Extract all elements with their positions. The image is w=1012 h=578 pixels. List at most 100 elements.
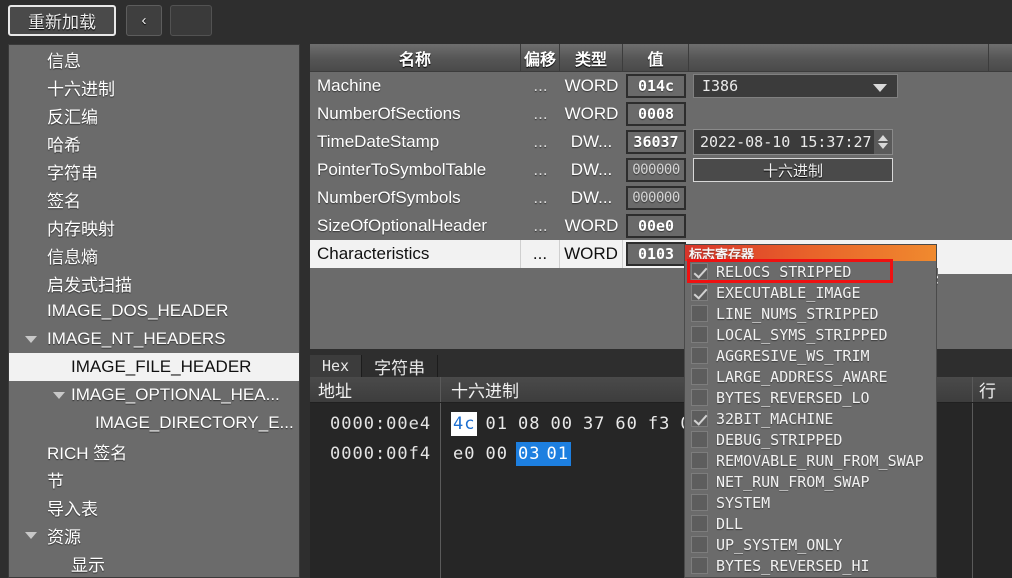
sidebar-item[interactable]: 节 bbox=[9, 465, 299, 493]
flag-checkbox[interactable] bbox=[691, 452, 708, 469]
flag-row[interactable]: DEBUG_STRIPPED bbox=[685, 429, 936, 450]
sidebar-item[interactable]: IMAGE_NT_HEADERS bbox=[9, 325, 299, 353]
flag-checkbox[interactable] bbox=[691, 389, 708, 406]
sidebar-item[interactable]: RICH 签名 bbox=[9, 437, 299, 465]
flags-popup[interactable]: 标志寄存器 RELOCS_STRIPPED EXECUTABLE_IMAGE LIN… bbox=[684, 244, 937, 578]
chevron-down-icon[interactable] bbox=[25, 336, 37, 343]
column-header-value[interactable]: 值 bbox=[623, 44, 689, 71]
sidebar-item[interactable]: 内存映射 bbox=[9, 213, 299, 241]
hex-byte[interactable]: 01 bbox=[546, 442, 571, 466]
table-row[interactable]: NumberOfSections... WORD 0008 bbox=[310, 100, 1012, 128]
flag-row[interactable]: UP_SYSTEM_ONLY bbox=[685, 534, 936, 555]
chevron-down-icon[interactable] bbox=[53, 392, 65, 399]
column-header-type[interactable]: 类型 bbox=[560, 44, 623, 71]
flags-list[interactable]: RELOCS_STRIPPED EXECUTABLE_IMAGE LINE_NUMS… bbox=[685, 261, 936, 576]
hex-byte[interactable]: 4c bbox=[451, 412, 478, 436]
machine-select[interactable]: I386 bbox=[693, 74, 898, 98]
flag-checkbox[interactable] bbox=[691, 263, 708, 280]
timestamp-input[interactable]: 2022-08-10 15:37:27 bbox=[693, 129, 893, 155]
flag-row[interactable]: NET_RUN_FROM_SWAP bbox=[685, 471, 936, 492]
hex-byte[interactable]: 00 bbox=[548, 412, 574, 436]
table-row[interactable]: NumberOfSymbols... DW... 000000 bbox=[310, 184, 1012, 212]
value-input[interactable]: 00e0 bbox=[626, 214, 686, 238]
column-header-extra[interactable] bbox=[989, 44, 1012, 71]
hex-byte[interactable]: 03 bbox=[515, 442, 547, 466]
hex-byte[interactable]: 37 bbox=[581, 412, 607, 436]
table-row[interactable]: SizeOfOptionalHeader... WORD 00e0 bbox=[310, 212, 1012, 240]
back-button[interactable]: ‹ bbox=[126, 5, 162, 36]
sidebar-item[interactable]: 反汇编 bbox=[9, 101, 299, 129]
flag-row[interactable]: RELOCS_STRIPPED bbox=[685, 261, 936, 282]
column-header-offset[interactable]: 偏移 bbox=[521, 44, 560, 71]
cell-offset: ... bbox=[533, 188, 548, 207]
flag-label: EXECUTABLE_IMAGE bbox=[716, 283, 861, 302]
cell-offset: ... bbox=[533, 132, 548, 151]
value-input[interactable]: 014c bbox=[626, 74, 686, 98]
flag-checkbox[interactable] bbox=[691, 326, 708, 343]
flag-checkbox[interactable] bbox=[691, 557, 708, 574]
sidebar-item[interactable]: 哈希 bbox=[9, 129, 299, 157]
flag-row[interactable]: BYTES_REVERSED_LO bbox=[685, 387, 936, 408]
hex-byte[interactable]: 00 bbox=[483, 442, 509, 466]
table-row[interactable]: PointerToSymbolTable... DW... 000000 十六进制 bbox=[310, 156, 1012, 184]
flag-checkbox[interactable] bbox=[691, 473, 708, 490]
sidebar-item[interactable]: 字符串 bbox=[9, 157, 299, 185]
flag-checkbox[interactable] bbox=[691, 494, 708, 511]
flag-row[interactable]: REMOVABLE_RUN_FROM_SWAP bbox=[685, 450, 936, 471]
sidebar-item[interactable]: IMAGE_OPTIONAL_HEA... bbox=[9, 381, 299, 409]
sidebar-item[interactable]: 信息 bbox=[9, 45, 299, 73]
value-input[interactable]: 36037 bbox=[626, 130, 686, 154]
chevron-down-icon[interactable] bbox=[25, 532, 37, 539]
flag-checkbox[interactable] bbox=[691, 536, 708, 553]
table-row[interactable]: TimeDateStamp... DW... 36037 2022-08-10 15:… bbox=[310, 128, 1012, 156]
forward-button[interactable] bbox=[170, 5, 212, 36]
flag-row[interactable]: LARGE_ADDRESS_AWARE bbox=[685, 366, 936, 387]
hex-byte[interactable]: 08 bbox=[516, 412, 542, 436]
hex-tab[interactable]: Hex bbox=[310, 355, 363, 377]
sidebar-item[interactable]: 签名 bbox=[9, 185, 299, 213]
value-input[interactable]: 000000 bbox=[626, 186, 686, 210]
value-input[interactable]: 000000 bbox=[626, 158, 686, 182]
sidebar-item[interactable]: IMAGE_DIRECTORY_E... bbox=[9, 409, 299, 437]
chevron-down-icon[interactable] bbox=[873, 84, 887, 92]
hex-byte[interactable]: e0 bbox=[451, 442, 477, 466]
sidebar-tree[interactable]: 信息 十六进制 反汇编 哈希 字符串 签名 内存映射 信息熵 启发式扫描 IMAGE_DOS_HE… bbox=[8, 44, 300, 578]
flag-row[interactable]: AGGRESIVE_WS_TRIM bbox=[685, 345, 936, 366]
value-input[interactable]: 0103 bbox=[626, 242, 686, 266]
sidebar-item[interactable]: IMAGE_DOS_HEADER bbox=[9, 297, 299, 325]
column-header-widget[interactable] bbox=[689, 44, 989, 71]
flag-checkbox[interactable] bbox=[691, 431, 708, 448]
flag-row[interactable]: EXECUTABLE_IMAGE bbox=[685, 282, 936, 303]
flag-checkbox[interactable] bbox=[691, 305, 708, 322]
flag-label: AGGRESIVE_WS_TRIM bbox=[716, 346, 870, 365]
sidebar-item[interactable]: 显示 bbox=[9, 549, 299, 577]
sidebar-item[interactable]: 导入表 bbox=[9, 493, 299, 521]
sidebar-item[interactable]: 资源 bbox=[9, 521, 299, 549]
flag-checkbox[interactable] bbox=[691, 284, 708, 301]
flag-row[interactable]: LINE_NUMS_STRIPPED bbox=[685, 303, 936, 324]
column-header-name[interactable]: 名称 bbox=[310, 44, 521, 71]
sidebar-item[interactable]: 信息熵 bbox=[9, 241, 299, 269]
sidebar-item[interactable]: 十六进制 bbox=[9, 73, 299, 101]
flag-checkbox[interactable] bbox=[691, 347, 708, 364]
flag-checkbox[interactable] bbox=[691, 368, 708, 385]
flag-row[interactable]: LOCAL_SYMS_STRIPPED bbox=[685, 324, 936, 345]
hex-toggle-button[interactable]: 十六进制 bbox=[693, 158, 893, 182]
hex-tab[interactable]: 字符串 bbox=[362, 355, 439, 378]
table-row[interactable]: Machine... WORD 014c I386 bbox=[310, 72, 1012, 100]
sidebar-item-label: IMAGE_NT_HEADERS bbox=[47, 329, 226, 348]
spinner-arrows-icon[interactable] bbox=[874, 130, 892, 154]
flag-row[interactable]: DLL bbox=[685, 513, 936, 534]
sidebar-item[interactable]: IMAGE_FILE_HEADER bbox=[9, 353, 299, 381]
flag-row[interactable]: BYTES_REVERSED_HI bbox=[685, 555, 936, 576]
flag-checkbox[interactable] bbox=[691, 515, 708, 532]
hex-byte[interactable]: 01 bbox=[483, 412, 509, 436]
value-input[interactable]: 0008 bbox=[626, 102, 686, 126]
reload-button[interactable]: 重新加载 bbox=[8, 5, 116, 36]
flag-checkbox[interactable] bbox=[691, 410, 708, 427]
hex-byte[interactable]: f3 bbox=[646, 412, 672, 436]
sidebar-item[interactable]: 启发式扫描 bbox=[9, 269, 299, 297]
flag-row[interactable]: SYSTEM bbox=[685, 492, 936, 513]
hex-byte[interactable]: 60 bbox=[613, 412, 639, 436]
flag-row[interactable]: 32BIT_MACHINE bbox=[685, 408, 936, 429]
